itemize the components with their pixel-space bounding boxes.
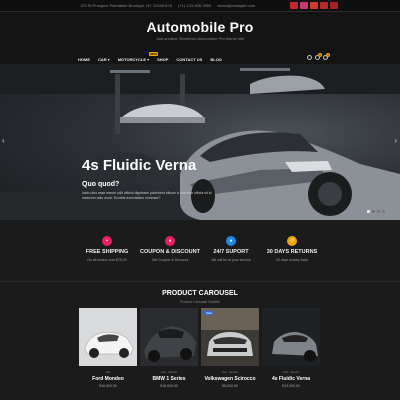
- address-text: 123 St Prospect Plantation Brooklyn, NY …: [80, 3, 172, 8]
- product-image[interactable]: [79, 308, 137, 366]
- nav-item-home[interactable]: HOME: [78, 57, 90, 62]
- product-price: €13,000.00: [282, 384, 300, 388]
- hero-subtitle: Quo quod?: [82, 181, 120, 188]
- product-carousel: PRODUCT CAROUSEL Product Carousel Subtit…: [0, 282, 400, 400]
- nav-item-car[interactable]: CAR ▾: [98, 57, 110, 62]
- product-image[interactable]: [140, 308, 198, 366]
- feature-title: COUPON & DISCOUNT: [140, 249, 200, 255]
- hero-slider: 4s Fluidic Verna Quo quod? Iusto ulus es…: [0, 64, 400, 220]
- features-strip: ▪ FREE SHIPPING On all orders over $75.0…: [0, 220, 400, 282]
- cart-count: 0: [326, 53, 330, 57]
- contact-info: 123 St Prospect Plantation Brooklyn, NY …: [80, 3, 255, 8]
- social-links: [290, 2, 338, 9]
- new-badge: NEW: [149, 52, 159, 56]
- nav-item-shop[interactable]: SHOP: [157, 57, 168, 62]
- product-category: Car , Sports: [160, 370, 177, 374]
- feature-returns: ↺ 30 DAYS RETURNS 30 days money back: [257, 236, 327, 262]
- product-name[interactable]: 4s Fluidic Verna: [262, 376, 320, 382]
- site-header: Automobile Pro Just another Storefront A…: [0, 12, 400, 64]
- truck-icon: ▪: [102, 236, 112, 246]
- feature-title: 24/7 SUPORT: [213, 249, 249, 255]
- youtube-icon[interactable]: [330, 2, 338, 9]
- wishlist-icon[interactable]: 0: [315, 53, 322, 60]
- slider-prev-icon[interactable]: ‹: [2, 136, 5, 145]
- product-price: €16,900.00: [160, 384, 178, 388]
- carousel-subtitle: Product Carousel Subtitle: [180, 300, 220, 304]
- top-bar: 123 St Prospect Plantation Brooklyn, NY …: [0, 0, 400, 12]
- feature-sub: Get Coupon & Discount: [151, 258, 189, 262]
- chevron-down-icon: ▾: [107, 57, 110, 62]
- facebook-icon[interactable]: [290, 2, 298, 9]
- cart-icon[interactable]: 0: [323, 53, 330, 60]
- product-category: Car , Sports: [221, 370, 238, 374]
- product-image[interactable]: [262, 308, 320, 366]
- support-icon: ●: [226, 236, 236, 246]
- feature-sub: 30 days money back: [275, 258, 309, 262]
- site-logo[interactable]: Automobile Pro: [0, 19, 400, 35]
- slider-dot[interactable]: [367, 210, 370, 213]
- nav-item-blog[interactable]: BLOG: [210, 57, 222, 62]
- nav-item-contact[interactable]: CONTACT US: [176, 57, 202, 62]
- feature-sub: On all orders over $75.00: [87, 258, 127, 262]
- product-image[interactable]: Sale: [201, 308, 259, 366]
- slider-dot[interactable]: [382, 210, 385, 213]
- product-name[interactable]: Volkswagen Scirocco: [201, 376, 259, 382]
- chevron-down-icon: ▾: [147, 57, 150, 62]
- product-price: €8,000.00: [222, 384, 238, 388]
- carousel-title: PRODUCT CAROUSEL: [162, 290, 238, 297]
- product-card[interactable]: Car , Sports 4s Fluidic Verna €13,000.00: [262, 308, 320, 398]
- email-link[interactable]: demo@example.com: [217, 3, 255, 8]
- hero-text: Iusto ulus esse earum odit officiis dign…: [82, 191, 212, 200]
- slider-next-icon[interactable]: ›: [394, 136, 397, 145]
- feature-free-shipping: ▪ FREE SHIPPING On all orders over $75.0…: [72, 236, 142, 262]
- slider-dot[interactable]: [372, 210, 375, 213]
- coupon-icon: ●: [165, 236, 175, 246]
- product-card[interactable]: Sale Car , Sports Volkswagen Scirocco €8…: [201, 308, 259, 398]
- feature-support: ● 24/7 SUPORT We will be at your service: [196, 236, 266, 262]
- nav-item-motorcycle[interactable]: MOTORCYCLE ▾ NEW: [117, 52, 159, 62]
- product-category: Car: [105, 370, 111, 374]
- main-nav: HOME CAR ▾ MOTORCYCLE ▾ NEW SHOP CONTACT US…: [78, 52, 222, 62]
- slider-dots: [367, 210, 385, 213]
- search-icon[interactable]: [307, 55, 312, 60]
- nav-item-label: CAR: [98, 57, 107, 62]
- hero-title: 4s Fluidic Verna: [82, 157, 197, 174]
- feature-title: 30 DAYS RETURNS: [266, 249, 318, 255]
- site-tagline: Just another Storefront Automobile Pro t…: [155, 36, 245, 41]
- return-icon: ↺: [287, 236, 297, 246]
- product-card[interactable]: Car Ford Mondeo €16,900.00: [79, 308, 137, 398]
- nav-item-label: MOTORCYCLE: [117, 57, 147, 62]
- product-category: Car , Sports: [282, 370, 299, 374]
- product-name[interactable]: Ford Mondeo: [79, 376, 137, 382]
- slider-dot[interactable]: [377, 210, 380, 213]
- feature-coupon: ● COUPON & DISCOUNT Get Coupon & Discoun…: [135, 236, 205, 262]
- phone-link[interactable]: (+1) 123-456-7890: [178, 3, 211, 8]
- wishlist-count: 0: [318, 53, 322, 57]
- product-name[interactable]: BMW 1 Series: [140, 376, 198, 382]
- pinterest-icon[interactable]: [320, 2, 328, 9]
- instagram-icon[interactable]: [300, 2, 308, 9]
- feature-sub: We will be at your service: [211, 258, 251, 262]
- google-plus-icon[interactable]: [310, 2, 318, 9]
- sale-badge: Sale: [204, 311, 215, 315]
- feature-title: FREE SHIPPING: [85, 249, 129, 255]
- product-price: €16,900.00: [99, 384, 117, 388]
- product-card[interactable]: Car , Sports BMW 1 Series €16,900.00: [140, 308, 198, 398]
- header-icons: 0 0: [307, 53, 330, 60]
